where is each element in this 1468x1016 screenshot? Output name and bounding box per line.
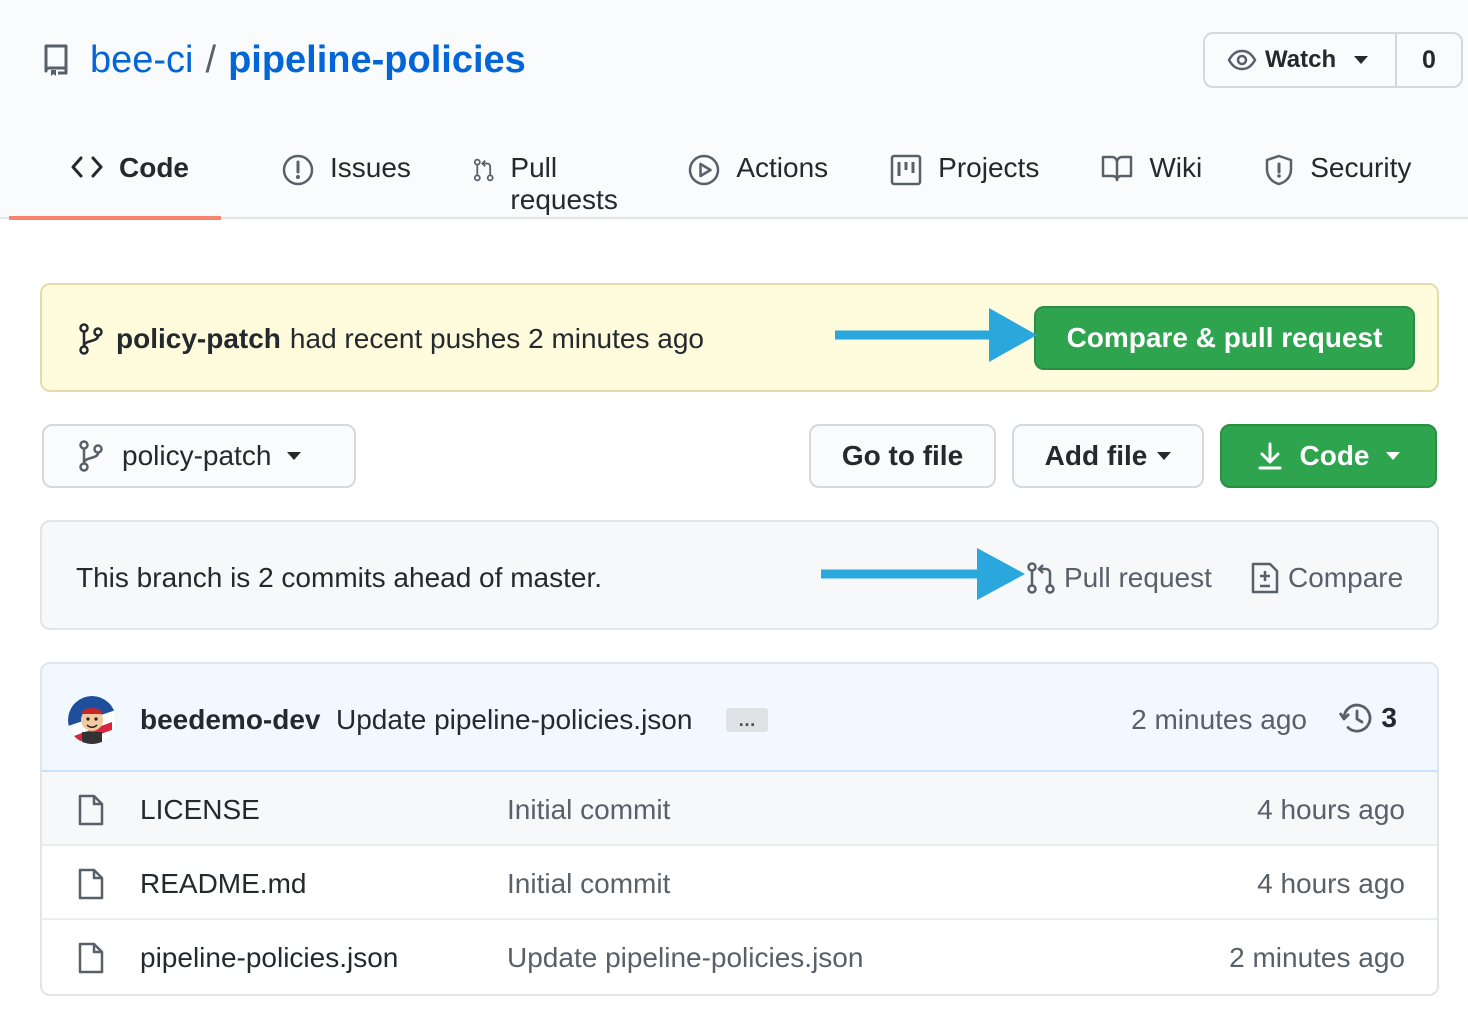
issue-icon xyxy=(282,154,314,186)
file-commit-message[interactable]: Initial commit xyxy=(507,868,670,900)
branch-status-box: This branch is 2 commits ahead of master… xyxy=(40,520,1439,630)
shield-icon xyxy=(1265,154,1293,186)
tab-label: Code xyxy=(119,152,189,183)
file-name-link[interactable]: README.md xyxy=(140,868,306,900)
file-commit-time: 2 minutes ago xyxy=(1229,942,1405,973)
tab-actions[interactable]: Actions xyxy=(688,140,828,220)
branch-icon xyxy=(79,440,103,472)
latest-commit-bar: beedemo-dev Update pipeline-policies.jso… xyxy=(42,664,1437,772)
repo-separator: / xyxy=(205,38,217,81)
file-commit-message[interactable]: Update pipeline-policies.json xyxy=(507,942,863,974)
watch-group: Watch 0 xyxy=(1203,32,1463,88)
repo-icon xyxy=(42,43,72,77)
file-commit-message[interactable]: Initial commit xyxy=(507,794,670,826)
tab-code[interactable]: Code xyxy=(9,140,221,220)
tab-label: Pull requests xyxy=(510,152,618,215)
file-row[interactable]: pipeline-policies.json Update pipeline-p… xyxy=(42,920,1437,994)
go-to-file-button[interactable]: Go to file xyxy=(809,424,996,488)
repo-nav-tabs: Code Issues Pull requests Actions Projec… xyxy=(9,140,1468,220)
tab-label: Projects xyxy=(938,152,1040,183)
compare-link[interactable]: Compare xyxy=(1250,562,1403,594)
eye-icon xyxy=(1227,49,1257,71)
tab-label: Security xyxy=(1310,152,1412,183)
commit-count: 3 xyxy=(1381,702,1397,733)
play-icon xyxy=(689,154,720,186)
caret-down-icon xyxy=(1157,452,1172,460)
compare-pull-request-button[interactable]: Compare & pull request xyxy=(1034,306,1415,370)
tab-label: Actions xyxy=(736,152,829,183)
commit-time[interactable]: 2 minutes ago xyxy=(1131,704,1307,736)
watch-button[interactable]: Watch xyxy=(1205,34,1397,86)
tab-projects[interactable]: Projects xyxy=(890,140,1039,220)
tab-pull-requests[interactable]: Pull requests xyxy=(473,140,626,220)
commit-author-link[interactable]: beedemo-dev xyxy=(140,704,321,736)
tab-label: Wiki xyxy=(1149,152,1203,183)
tab-wiki[interactable]: Wiki xyxy=(1101,140,1202,220)
branch-select-button[interactable]: policy-patch xyxy=(42,424,356,488)
recent-push-branch[interactable]: policy-patch xyxy=(116,323,281,355)
file-commit-time: 4 hours ago xyxy=(1257,868,1405,899)
pull-request-icon xyxy=(1027,562,1055,594)
repo-name-link[interactable]: pipeline-policies xyxy=(228,39,526,82)
tab-label: Issues xyxy=(330,152,411,183)
recent-push-text: policy-patch had recent pushes 2 minutes… xyxy=(78,323,704,355)
recent-push-message: had recent pushes 2 minutes ago xyxy=(289,323,704,354)
code-download-button[interactable]: Code xyxy=(1220,424,1437,488)
annotation-arrow-pull-request xyxy=(821,548,1025,600)
branch-icon xyxy=(79,323,103,355)
caret-down-icon xyxy=(1354,56,1369,64)
file-icon xyxy=(78,794,104,826)
file-diff-icon xyxy=(1251,562,1279,594)
file-list: beedemo-dev Update pipeline-policies.jso… xyxy=(40,662,1439,996)
file-icon xyxy=(78,868,104,900)
commit-expand-button[interactable]: … xyxy=(726,708,768,732)
pull-request-link-label: Pull request xyxy=(1064,562,1212,593)
recent-push-banner: policy-patch had recent pushes 2 minutes… xyxy=(40,283,1439,392)
file-commit-time: 4 hours ago xyxy=(1257,794,1405,825)
file-row[interactable]: LICENSE Initial commit 4 hours ago xyxy=(42,772,1437,846)
watch-label: Watch xyxy=(1265,46,1337,73)
compare-link-label: Compare xyxy=(1288,562,1404,593)
caret-down-icon xyxy=(1385,452,1400,460)
code-icon xyxy=(71,156,103,178)
file-name-link[interactable]: pipeline-policies.json xyxy=(140,942,398,974)
file-row[interactable]: README.md Initial commit 4 hours ago xyxy=(42,846,1437,920)
watch-count[interactable]: 0 xyxy=(1397,34,1461,86)
go-to-file-label: Go to file xyxy=(841,440,964,471)
pull-request-link[interactable]: Pull request xyxy=(1026,562,1212,594)
pull-request-icon xyxy=(473,158,494,182)
annotation-arrow-compare xyxy=(835,308,1037,362)
history-icon xyxy=(1339,703,1372,733)
commit-message-link[interactable]: Update pipeline-policies.json xyxy=(336,704,692,736)
project-icon xyxy=(890,154,922,186)
repo-owner-link[interactable]: bee-ci xyxy=(90,39,194,82)
commit-history-link[interactable]: 3 xyxy=(1339,702,1397,734)
caret-down-icon xyxy=(287,452,302,460)
repo-title: bee-ci / pipeline-policies xyxy=(42,38,526,82)
tab-security[interactable]: Security xyxy=(1264,140,1411,220)
tab-issues[interactable]: Issues xyxy=(282,140,411,220)
branch-ahead-text: This branch is 2 commits ahead of master… xyxy=(76,562,602,593)
download-icon xyxy=(1258,442,1281,470)
book-icon xyxy=(1102,155,1133,182)
file-icon xyxy=(78,942,104,974)
add-file-label: Add file xyxy=(1044,440,1148,471)
add-file-button[interactable]: Add file xyxy=(1012,424,1204,488)
file-name-link[interactable]: LICENSE xyxy=(140,794,260,826)
code-button-label: Code xyxy=(1299,440,1370,471)
avatar[interactable] xyxy=(68,696,116,744)
branch-select-label: policy-patch xyxy=(122,440,272,471)
